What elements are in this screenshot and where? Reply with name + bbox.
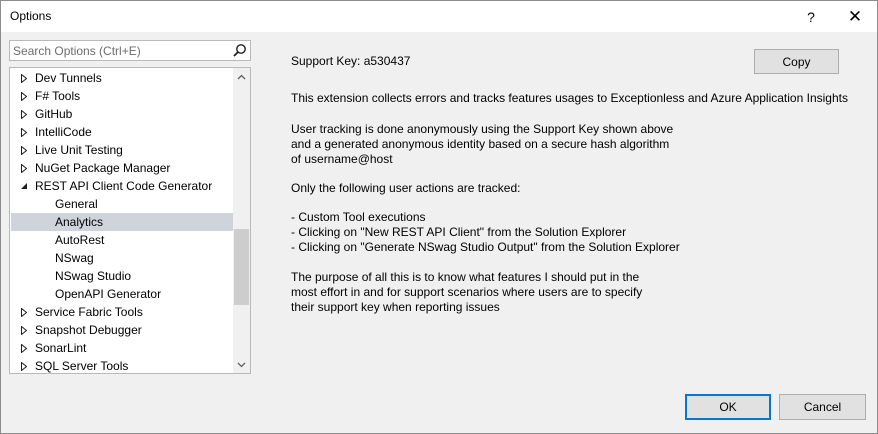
help-button[interactable]: ? [789,1,833,32]
tree-item-label: F# Tools [35,89,81,103]
tree-item-label: General [55,197,98,211]
tree-item-label: Analytics [55,215,104,229]
tree-item-label: NSwag [55,251,94,265]
action-item-3: - Clicking on "Generate NSwag Studio Out… [291,240,680,254]
tree-item-label: Live Unit Testing [35,143,123,157]
tree-item[interactable]: F# Tools [11,87,233,105]
options-tree[interactable]: SQL Server Tools SonarLint Snapshot Debugg… [9,67,251,374]
tree-item-label: GitHub [35,107,73,121]
expand-arrow-icon[interactable] [19,69,29,87]
tree-item[interactable]: REST API Client Code Generator [11,177,233,195]
options-dialog: Options ? ✕ SQL Server Tools SonarLint Sna… [0,0,878,434]
tree-item[interactable]: Service Fabric Tools [11,303,233,321]
expand-arrow-icon[interactable] [19,357,29,373]
expand-arrow-icon[interactable] [19,321,29,339]
purpose-text-line-3: their support key when reporting issues [291,300,500,314]
tracking-text-line-2: and a generated anonymous identity based… [291,137,670,151]
tree-item-label: SonarLint [35,341,87,355]
title-bar: Options ? ✕ [1,1,877,32]
tree-item[interactable]: SonarLint [11,339,233,357]
scroll-up-icon[interactable] [233,68,250,85]
close-button[interactable]: ✕ [833,1,877,32]
action-item-1: - Custom Tool executions [291,210,426,224]
tree-item[interactable]: NSwag [11,249,233,267]
search-icon[interactable] [232,43,247,58]
purpose-text-line-1: The purpose of all this is to know what … [291,270,640,284]
tracking-text-line-3: of username@host [291,152,393,166]
search-input[interactable] [13,41,225,60]
support-key-label: Support Key: a530437 [291,54,411,68]
expand-arrow-icon[interactable] [19,303,29,321]
tree-item[interactable]: Analytics [11,213,233,231]
tree-item[interactable]: AutoRest [11,231,233,249]
cancel-button[interactable]: Cancel [779,394,866,420]
tree-item[interactable]: NuGet Package Manager [11,159,233,177]
tree-item[interactable]: General [11,195,233,213]
tree-item-label: Snapshot Debugger [35,323,142,337]
tracking-text-line-1: User tracking is done anonymously using … [291,122,674,136]
tree-item-label: NuGet Package Manager [35,161,171,175]
collapse-arrow-icon[interactable] [19,177,29,195]
scroll-down-icon[interactable] [233,356,250,373]
search-box [9,40,251,61]
tree-item-label: Dev Tunnels [35,71,102,85]
tree-item-label: SQL Server Tools [35,359,129,373]
tree-item-label: IntelliCode [35,125,92,139]
tree-item-label: Service Fabric Tools [35,305,143,319]
tree-item[interactable]: GitHub [11,105,233,123]
window-title: Options [10,9,52,23]
tree-item-label: NSwag Studio [55,269,132,283]
actions-header: Only the following user actions are trac… [291,181,521,195]
action-item-2: - Clicking on "New REST API Client" from… [291,225,627,239]
tree-item[interactable]: OpenAPI Generator [11,285,233,303]
expand-arrow-icon[interactable] [19,339,29,357]
tree-scrollbar[interactable] [233,68,250,373]
expand-arrow-icon[interactable] [19,87,29,105]
intro-text: This extension collects errors and track… [291,91,848,105]
expand-arrow-icon[interactable] [19,141,29,159]
expand-arrow-icon[interactable] [19,159,29,177]
tree-item[interactable]: SQL Server Tools [11,357,233,373]
expand-arrow-icon[interactable] [19,123,29,141]
tree-item[interactable]: NSwag Studio [11,267,233,285]
tree-item[interactable]: Live Unit Testing [11,141,233,159]
ok-button[interactable]: OK [685,394,771,420]
tree-item-label: AutoRest [55,233,105,247]
tree-item[interactable]: Snapshot Debugger [11,321,233,339]
copy-button[interactable]: Copy [754,49,839,74]
tree-item[interactable]: IntelliCode [11,123,233,141]
expand-arrow-icon[interactable] [19,105,29,123]
purpose-text-line-2: most effort in and for support scenarios… [291,285,643,299]
scroll-thumb[interactable] [234,229,249,305]
tree-item[interactable]: Dev Tunnels [11,69,233,87]
tree-item-label: OpenAPI Generator [55,287,162,301]
tree-item-label: REST API Client Code Generator [35,179,213,193]
